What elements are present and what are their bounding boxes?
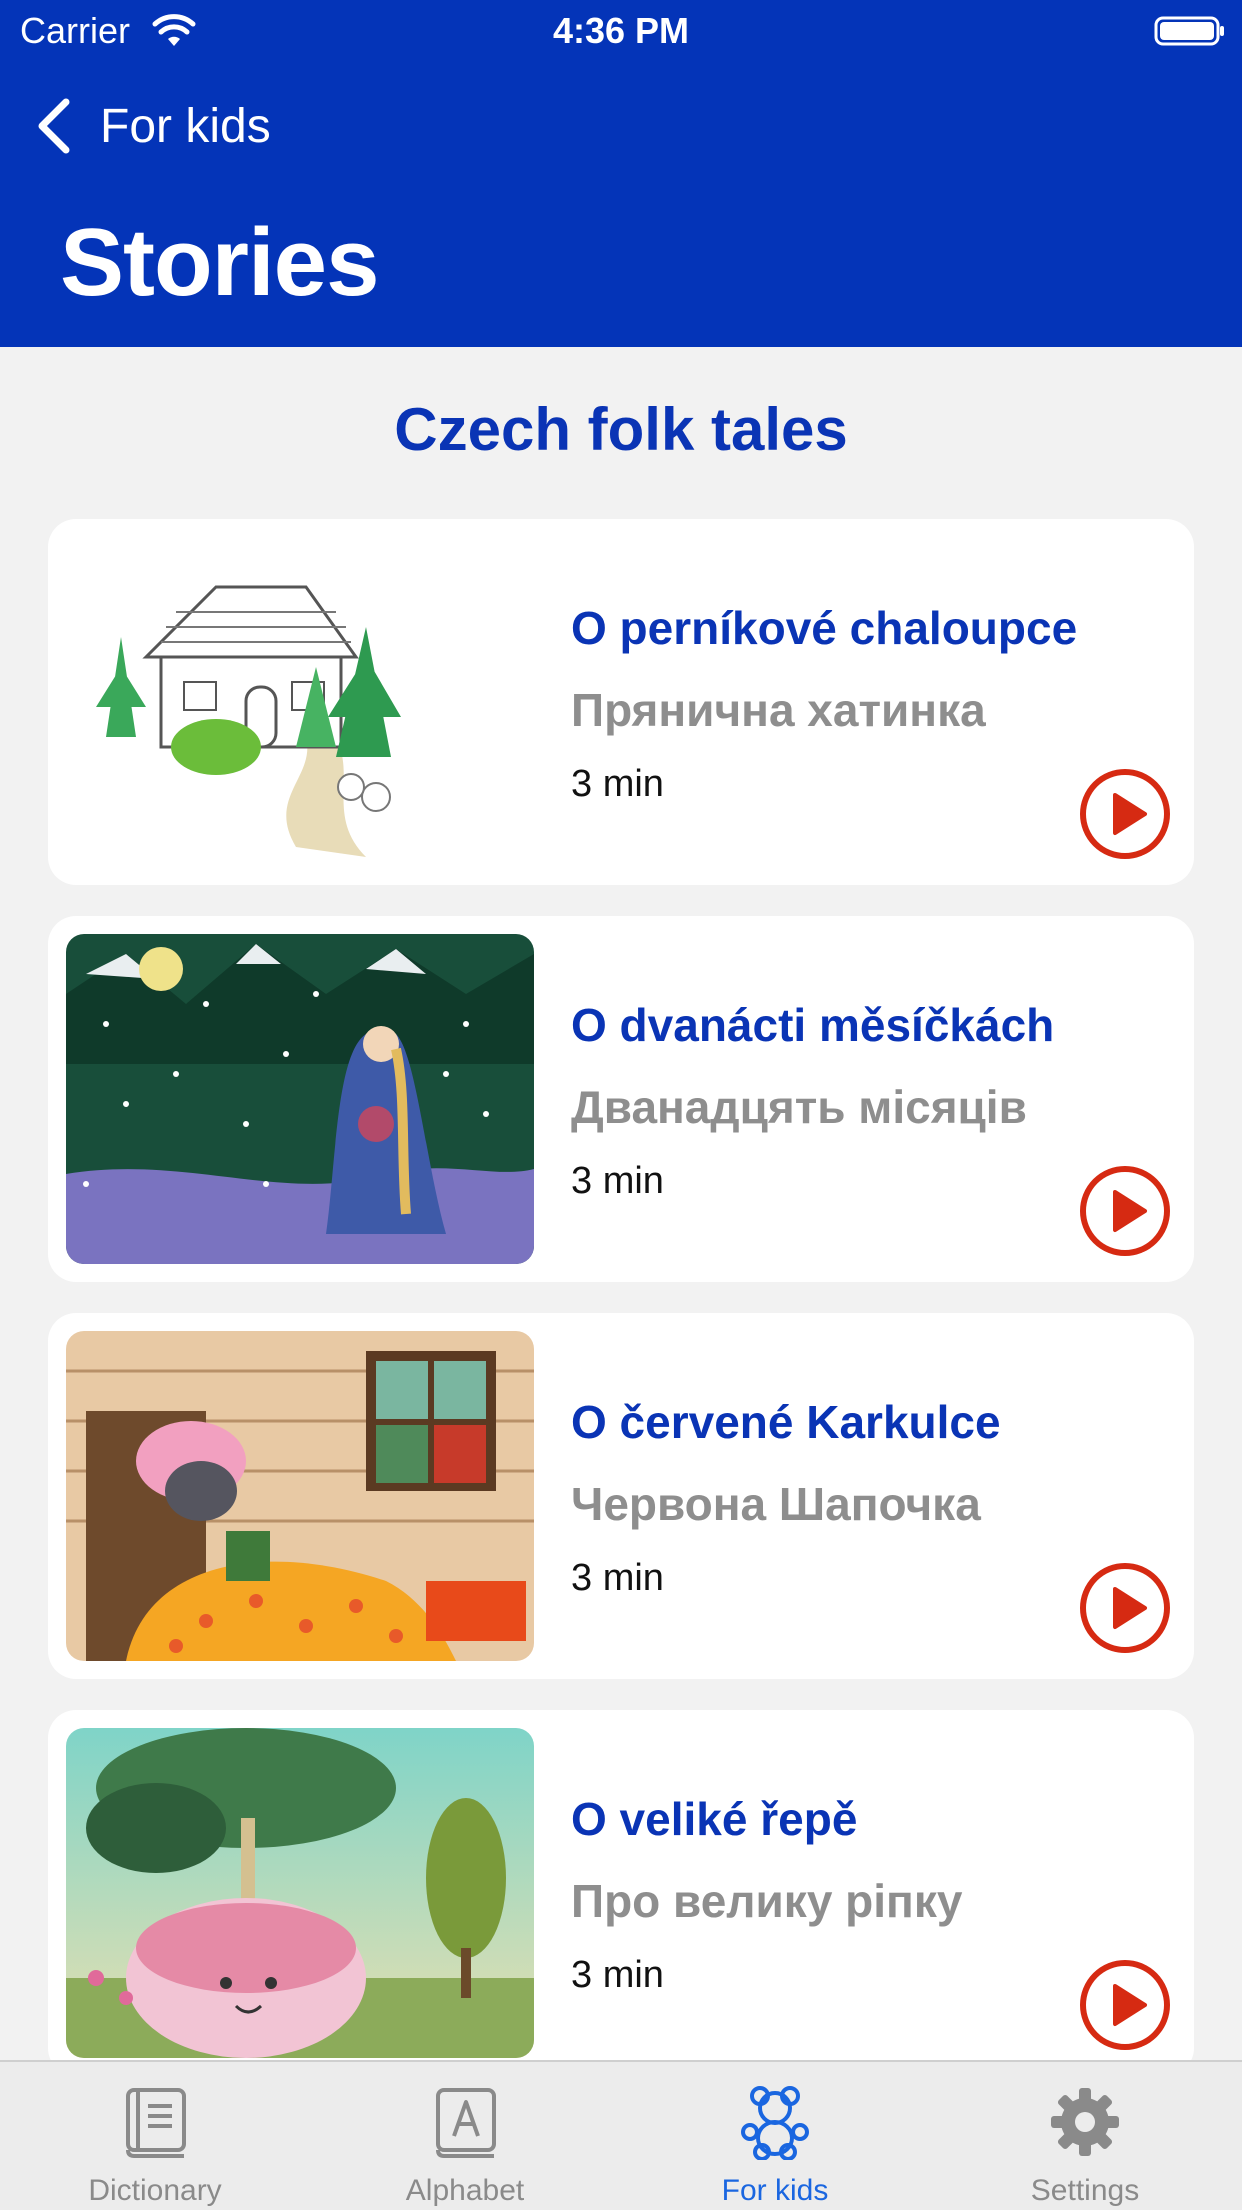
play-icon[interactable] bbox=[1079, 1562, 1171, 1654]
story-subtitle: Червона Шапочка bbox=[571, 1478, 981, 1530]
story-illustration bbox=[66, 537, 534, 867]
tab-alphabet[interactable]: Alphabet bbox=[310, 2062, 620, 2210]
back-button-label: For kids bbox=[100, 99, 271, 153]
play-icon[interactable] bbox=[1079, 1959, 1171, 2051]
story-title: O dvanácti měsíčkách bbox=[571, 999, 1055, 1051]
story-illustration bbox=[66, 1331, 534, 1661]
tab-label: Settings bbox=[1030, 2174, 1140, 2207]
chevron-left-icon bbox=[38, 98, 70, 154]
story-duration: 3 min bbox=[571, 1557, 664, 1599]
giant-turnip-illustration bbox=[66, 1728, 534, 2058]
back-button[interactable]: For kids bbox=[34, 96, 271, 156]
status-bar: Carrier 4:36 PM bbox=[0, 0, 1242, 62]
story-card[interactable]: O červené Karkulce Червона Шапочка 3 min bbox=[48, 1313, 1194, 1679]
story-title: O perníkové chaloupce bbox=[571, 602, 1078, 654]
story-duration: 3 min bbox=[571, 1160, 664, 1202]
navigation-header: Carrier 4:36 PM For kids Stories bbox=[0, 0, 1242, 347]
story-illustration bbox=[66, 934, 534, 1264]
story-subtitle: Пряничнa хатинка bbox=[571, 684, 986, 736]
story-card[interactable]: O perníkové chaloupce Пряничнa хатинка 3… bbox=[48, 519, 1194, 885]
tab-label: For kids bbox=[721, 2174, 829, 2207]
tab-label: Alphabet bbox=[405, 2174, 525, 2207]
story-card[interactable]: O dvanácti měsíčkách Дванадцять місяців … bbox=[48, 916, 1194, 1282]
story-title: O červené Karkulce bbox=[571, 1396, 1001, 1448]
play-icon[interactable] bbox=[1079, 768, 1171, 860]
tab-dictionary[interactable]: Dictionary bbox=[0, 2062, 310, 2210]
status-time: 4:36 PM bbox=[552, 10, 690, 51]
section-title: Czech folk tales bbox=[394, 396, 848, 463]
story-duration: 3 min bbox=[571, 763, 664, 805]
red-riding-hood-illustration bbox=[66, 1331, 534, 1661]
gingerbread-house-illustration bbox=[66, 537, 534, 867]
alphabet-book-icon bbox=[436, 2088, 496, 2158]
story-title: O veliké řepě bbox=[571, 1793, 858, 1845]
twelve-months-illustration bbox=[66, 934, 534, 1264]
book-icon bbox=[126, 2088, 186, 2158]
tab-bar: Dictionary Alphabet For kids Settings bbox=[0, 2060, 1242, 2210]
tab-label: Dictionary bbox=[88, 2174, 222, 2207]
teddy-bear-icon bbox=[741, 2086, 809, 2160]
story-card[interactable]: O veliké řepě Про велику ріпку 3 min bbox=[48, 1710, 1194, 2076]
story-illustration bbox=[66, 1728, 534, 2058]
play-icon[interactable] bbox=[1079, 1165, 1171, 1257]
story-duration: 3 min bbox=[571, 1954, 664, 1996]
tab-settings[interactable]: Settings bbox=[930, 2062, 1240, 2210]
story-subtitle: Дванадцять місяців bbox=[571, 1081, 1027, 1133]
battery-icon bbox=[1154, 16, 1224, 46]
tab-for-kids[interactable]: For kids bbox=[620, 2062, 930, 2210]
page-title: Stories bbox=[60, 209, 379, 316]
gear-icon bbox=[1051, 2088, 1119, 2156]
story-subtitle: Про велику ріпку bbox=[571, 1875, 963, 1927]
